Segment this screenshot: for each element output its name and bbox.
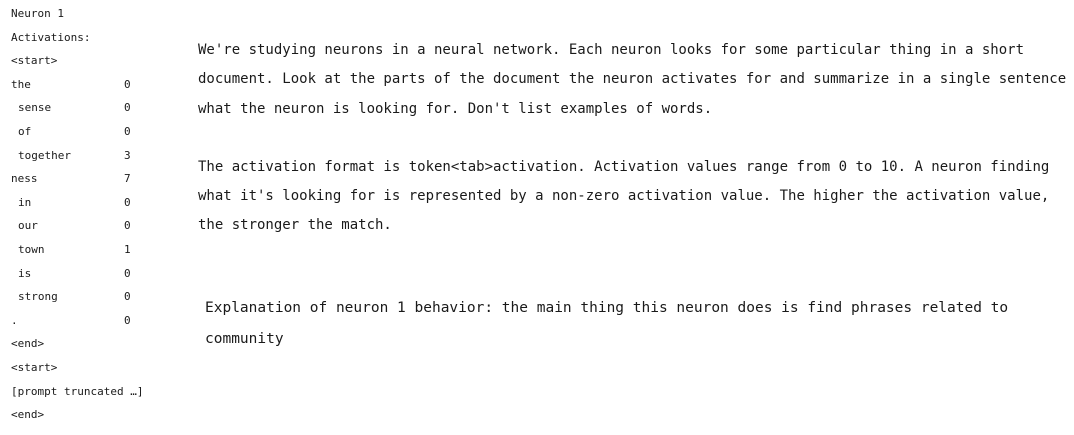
token-text: the (11, 77, 31, 91)
activation-value: 0 (124, 195, 131, 209)
activation-value: 0 (124, 77, 131, 91)
token-row: town 1 (11, 240, 181, 264)
activation-value: 0 (124, 290, 131, 304)
token-row: sense 0 (11, 98, 181, 122)
token-row: our 0 (11, 216, 181, 240)
token-text: our (18, 219, 38, 233)
token-row: is 0 (11, 264, 181, 288)
activation-value: 0 (124, 124, 131, 138)
token-text: ness (11, 172, 38, 186)
token-row: .0 (11, 311, 181, 335)
token-text: strong (18, 290, 58, 304)
activation-value: 0 (124, 266, 131, 280)
neuron-explanation: Explanation of neuron 1 behavior: the ma… (205, 300, 1009, 347)
token-row: strong 0 (11, 287, 181, 311)
start-tag: <start> (11, 360, 58, 374)
neuron-label: Neuron 1 (11, 7, 64, 20)
token-text: in (18, 195, 32, 209)
end-tag: <end> (11, 408, 45, 422)
token-text: of (18, 124, 32, 138)
token-row: of 0 (11, 122, 181, 146)
instruction-paragraph: We're studying neurons in a neural netwo… (198, 42, 1067, 117)
start-tag: <start> (11, 54, 58, 68)
token-row: ness 7 (11, 169, 181, 193)
truncated-note: [prompt truncated …] (11, 384, 144, 398)
token-text: is (18, 266, 32, 280)
activation-value: 1 (124, 242, 131, 256)
token-text: town (18, 242, 45, 256)
token-text: . (11, 313, 18, 327)
end-tag: <end> (11, 337, 45, 351)
activations-panel: Neuron 1 Activations: <start> the 0 sense 0… (11, 4, 181, 429)
token-row: in 0 (11, 193, 181, 217)
format-paragraph: The activation format is token<tab>activ… (198, 158, 1050, 234)
activation-value: 7 (124, 172, 131, 186)
activation-value: 0 (124, 219, 131, 233)
token-text: sense (18, 101, 52, 115)
activation-value: 0 (124, 101, 131, 115)
activation-value: 3 (124, 148, 131, 162)
token-row: the 0 (11, 75, 181, 99)
token-text: together (18, 148, 71, 162)
activation-value: 0 (124, 313, 131, 327)
prompt-instructions: We're studying neurons in a neural netwo… (198, 36, 1068, 241)
token-activation-list: the 0 sense 0 of 0 together 3 ness 7 in 0 our 0 town 1 i… (11, 75, 181, 335)
activations-label: Activations: (11, 30, 91, 44)
token-row: together 3 (11, 146, 181, 170)
